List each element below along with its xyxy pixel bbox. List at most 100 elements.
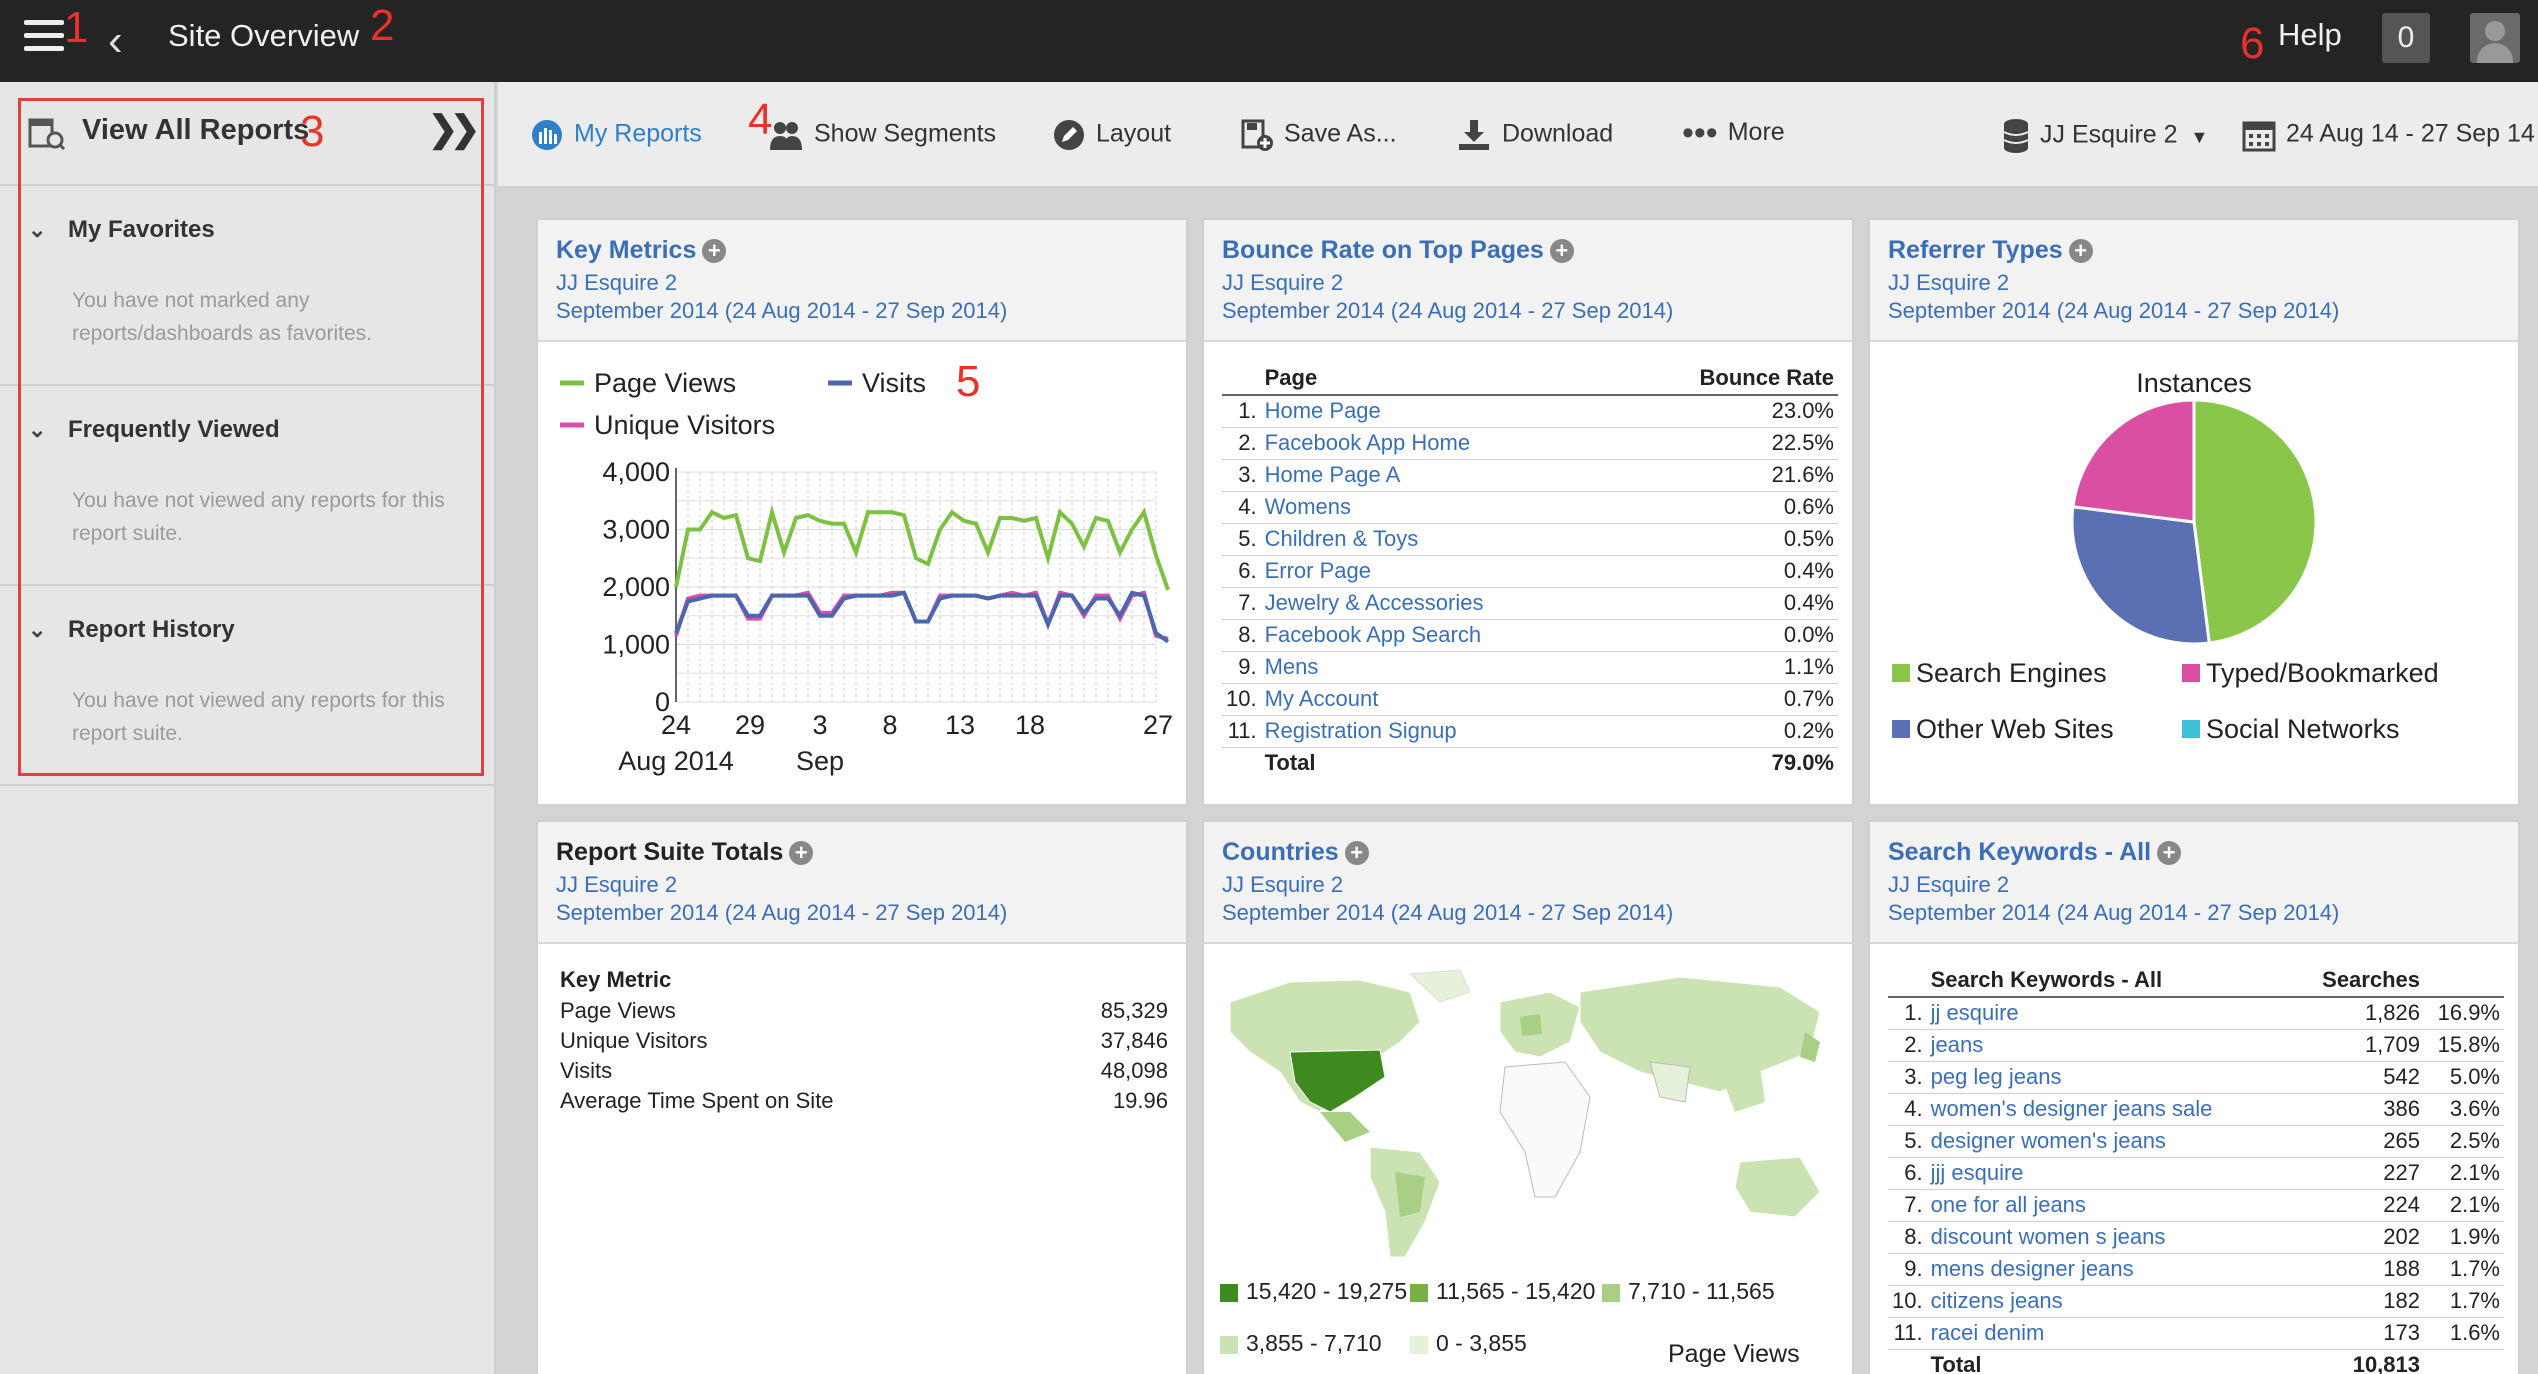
page-link[interactable]: Mens xyxy=(1260,651,1616,684)
page-link[interactable]: Registration Signup xyxy=(1260,715,1616,748)
table-row[interactable]: 4. Womens 0.6% xyxy=(1222,491,1838,524)
table-row[interactable]: 1. jj esquire 1,826 16.9% xyxy=(1888,997,2504,1030)
show-segments-button[interactable]: Show Segments xyxy=(768,118,996,152)
page-link[interactable]: Jewelry & Accessories xyxy=(1260,587,1616,620)
card-key-metrics: Key Metrics + JJ Esquire 2 September 2014… xyxy=(536,218,1188,806)
notification-badge[interactable]: 0 xyxy=(2382,13,2430,63)
keyword-link[interactable]: jj esquire xyxy=(1926,997,2291,1030)
more-button[interactable]: ••• More xyxy=(1682,116,1785,150)
table-row[interactable]: 8. discount women s jeans 202 1.9% xyxy=(1888,1221,2504,1254)
save-icon xyxy=(1241,119,1273,151)
hamburger-menu-icon[interactable] xyxy=(24,20,64,56)
add-icon[interactable]: + xyxy=(1344,841,1369,866)
add-icon[interactable]: + xyxy=(1549,239,1574,264)
table-row[interactable]: 7. one for all jeans 224 2.1% xyxy=(1888,1189,2504,1222)
legend-swatch xyxy=(1220,1335,1238,1354)
card-title[interactable]: Report Suite Totals + xyxy=(556,838,814,867)
my-reports-button[interactable]: My Reports xyxy=(530,118,702,152)
x-tick-label: 3 xyxy=(812,710,827,740)
table-row[interactable]: 7. Jewelry & Accessories 0.4% xyxy=(1222,587,1838,620)
row-number: 7. xyxy=(1222,587,1261,620)
help-link[interactable]: Help xyxy=(2278,17,2342,53)
keyword-link[interactable]: citizens jeans xyxy=(1926,1285,2291,1318)
table-row[interactable]: 9. Mens 1.1% xyxy=(1222,651,1838,684)
table-row[interactable]: 8. Facebook App Search 0.0% xyxy=(1222,619,1838,652)
save-as-button[interactable]: Save As... xyxy=(1240,118,1397,152)
keyword-link[interactable]: one for all jeans xyxy=(1926,1189,2291,1222)
page-link[interactable]: My Account xyxy=(1260,683,1616,716)
back-chevron-icon[interactable]: ‹ xyxy=(108,16,123,66)
table-row[interactable]: 2. jeans 1,709 15.8% xyxy=(1888,1029,2504,1062)
searches-percent: 2.1% xyxy=(2424,1189,2504,1222)
keyword-link[interactable]: peg leg jeans xyxy=(1926,1061,2291,1094)
card-title[interactable]: Countries + xyxy=(1222,838,1369,867)
keyword-link[interactable]: racei denim xyxy=(1926,1317,2291,1350)
card-title[interactable]: Referrer Types + xyxy=(1888,236,2093,265)
keyword-link[interactable]: jjj esquire xyxy=(1926,1157,2291,1190)
card-title[interactable]: Search Keywords - All + xyxy=(1888,838,2182,867)
card-suite: JJ Esquire 2 xyxy=(1222,270,1344,295)
x-tick-label: 24 xyxy=(661,710,691,740)
report-suite-dropdown[interactable]: JJ Esquire 2 ▼ xyxy=(2002,118,2208,154)
keyword-link[interactable]: mens designer jeans xyxy=(1926,1253,2291,1286)
keyword-link[interactable]: women's designer jeans sale xyxy=(1926,1093,2291,1126)
calendar-icon xyxy=(2242,121,2276,152)
page-link[interactable]: Womens xyxy=(1260,491,1616,524)
table-row[interactable]: 6. Error Page 0.4% xyxy=(1222,555,1838,588)
card-suite: JJ Esquire 2 xyxy=(1222,872,1344,897)
card-report-suite-totals: Report Suite Totals + JJ Esquire 2 Septem… xyxy=(536,820,1188,1374)
table-row[interactable]: 11. racei denim 173 1.6% xyxy=(1888,1317,2504,1350)
add-icon[interactable]: + xyxy=(702,239,727,264)
date-range-picker[interactable]: 24 Aug 14 - 27 Sep 14 xyxy=(2242,118,2535,152)
table-row[interactable]: 2. Facebook App Home 22.5% xyxy=(1222,427,1838,460)
keyword-link[interactable]: jeans xyxy=(1926,1029,2291,1062)
col-header-key-metric: Key Metric xyxy=(560,967,672,992)
table-row[interactable]: 4. women's designer jeans sale 386 3.6% xyxy=(1888,1093,2504,1126)
table-row[interactable]: 5. Children & Toys 0.5% xyxy=(1222,523,1838,556)
table-row[interactable]: 3. Home Page A 21.6% xyxy=(1222,459,1838,492)
legend-swatch xyxy=(2182,720,2200,738)
table-row[interactable]: 5. designer women's jeans 265 2.5% xyxy=(1888,1125,2504,1158)
avatar[interactable] xyxy=(2470,13,2520,63)
download-button[interactable]: Download xyxy=(1456,118,1613,152)
page-link[interactable]: Facebook App Search xyxy=(1260,619,1616,652)
table-row: Page Views 85,329 xyxy=(556,996,1172,1026)
add-icon[interactable]: + xyxy=(2157,841,2182,866)
x-axis-month-label: Aug 2014 xyxy=(618,746,734,776)
table-row[interactable]: 3. peg leg jeans 542 5.0% xyxy=(1888,1061,2504,1094)
card-countries: Countries + JJ Esquire 2 September 2014 (… xyxy=(1202,820,1854,1374)
metric-name: Average Time Spent on Site xyxy=(560,1088,834,1113)
table-row[interactable]: 10. citizens jeans 182 1.7% xyxy=(1888,1285,2504,1318)
keyword-link[interactable]: discount women s jeans xyxy=(1926,1221,2291,1254)
card-title[interactable]: Key Metrics + xyxy=(556,236,727,265)
table-row[interactable]: 10. My Account 0.7% xyxy=(1222,683,1838,716)
card-period: September 2014 (24 Aug 2014 - 27 Sep 201… xyxy=(1222,900,1674,925)
table-row[interactable]: 11. Registration Signup 0.2% xyxy=(1222,715,1838,748)
keyword-link[interactable]: designer women's jeans xyxy=(1926,1125,2291,1158)
page-link[interactable]: Error Page xyxy=(1260,555,1616,588)
row-number: 2. xyxy=(1222,427,1261,460)
bounce-rate-value: 0.0% xyxy=(1615,619,1838,652)
page-link[interactable]: Home Page A xyxy=(1260,459,1616,492)
table-row[interactable]: 6. jjj esquire 227 2.1% xyxy=(1888,1157,2504,1190)
add-icon[interactable]: + xyxy=(789,841,814,866)
row-number: 8. xyxy=(1888,1221,1927,1254)
page-link[interactable]: Home Page xyxy=(1260,395,1616,428)
table-row[interactable]: 9. mens designer jeans 188 1.7% xyxy=(1888,1253,2504,1286)
card-suite: JJ Esquire 2 xyxy=(556,270,678,295)
pie-chart: Instances Search Engines Other Web Sites Ty… xyxy=(1892,368,2439,744)
add-icon[interactable]: + xyxy=(2068,239,2093,264)
col-header-bounce-rate[interactable]: Bounce Rate xyxy=(1615,362,1838,396)
layout-button[interactable]: Layout xyxy=(1052,118,1171,152)
searches-value: 182 xyxy=(2290,1285,2424,1318)
table-row[interactable]: 1. Home Page 23.0% xyxy=(1222,395,1838,428)
card-period: September 2014 (24 Aug 2014 - 27 Sep 201… xyxy=(556,298,1008,323)
page-link[interactable]: Children & Toys xyxy=(1260,523,1616,556)
col-header-page[interactable]: Page xyxy=(1260,362,1616,396)
col-header-keyword[interactable]: Search Keywords - All xyxy=(1926,964,2291,998)
col-header-searches[interactable]: Searches xyxy=(2290,964,2424,998)
page-link[interactable]: Facebook App Home xyxy=(1260,427,1616,460)
card-title[interactable]: Bounce Rate on Top Pages + xyxy=(1222,236,1574,265)
table-row: Visits 48,098 xyxy=(556,1056,1172,1086)
world-map[interactable] xyxy=(1220,962,1840,1262)
